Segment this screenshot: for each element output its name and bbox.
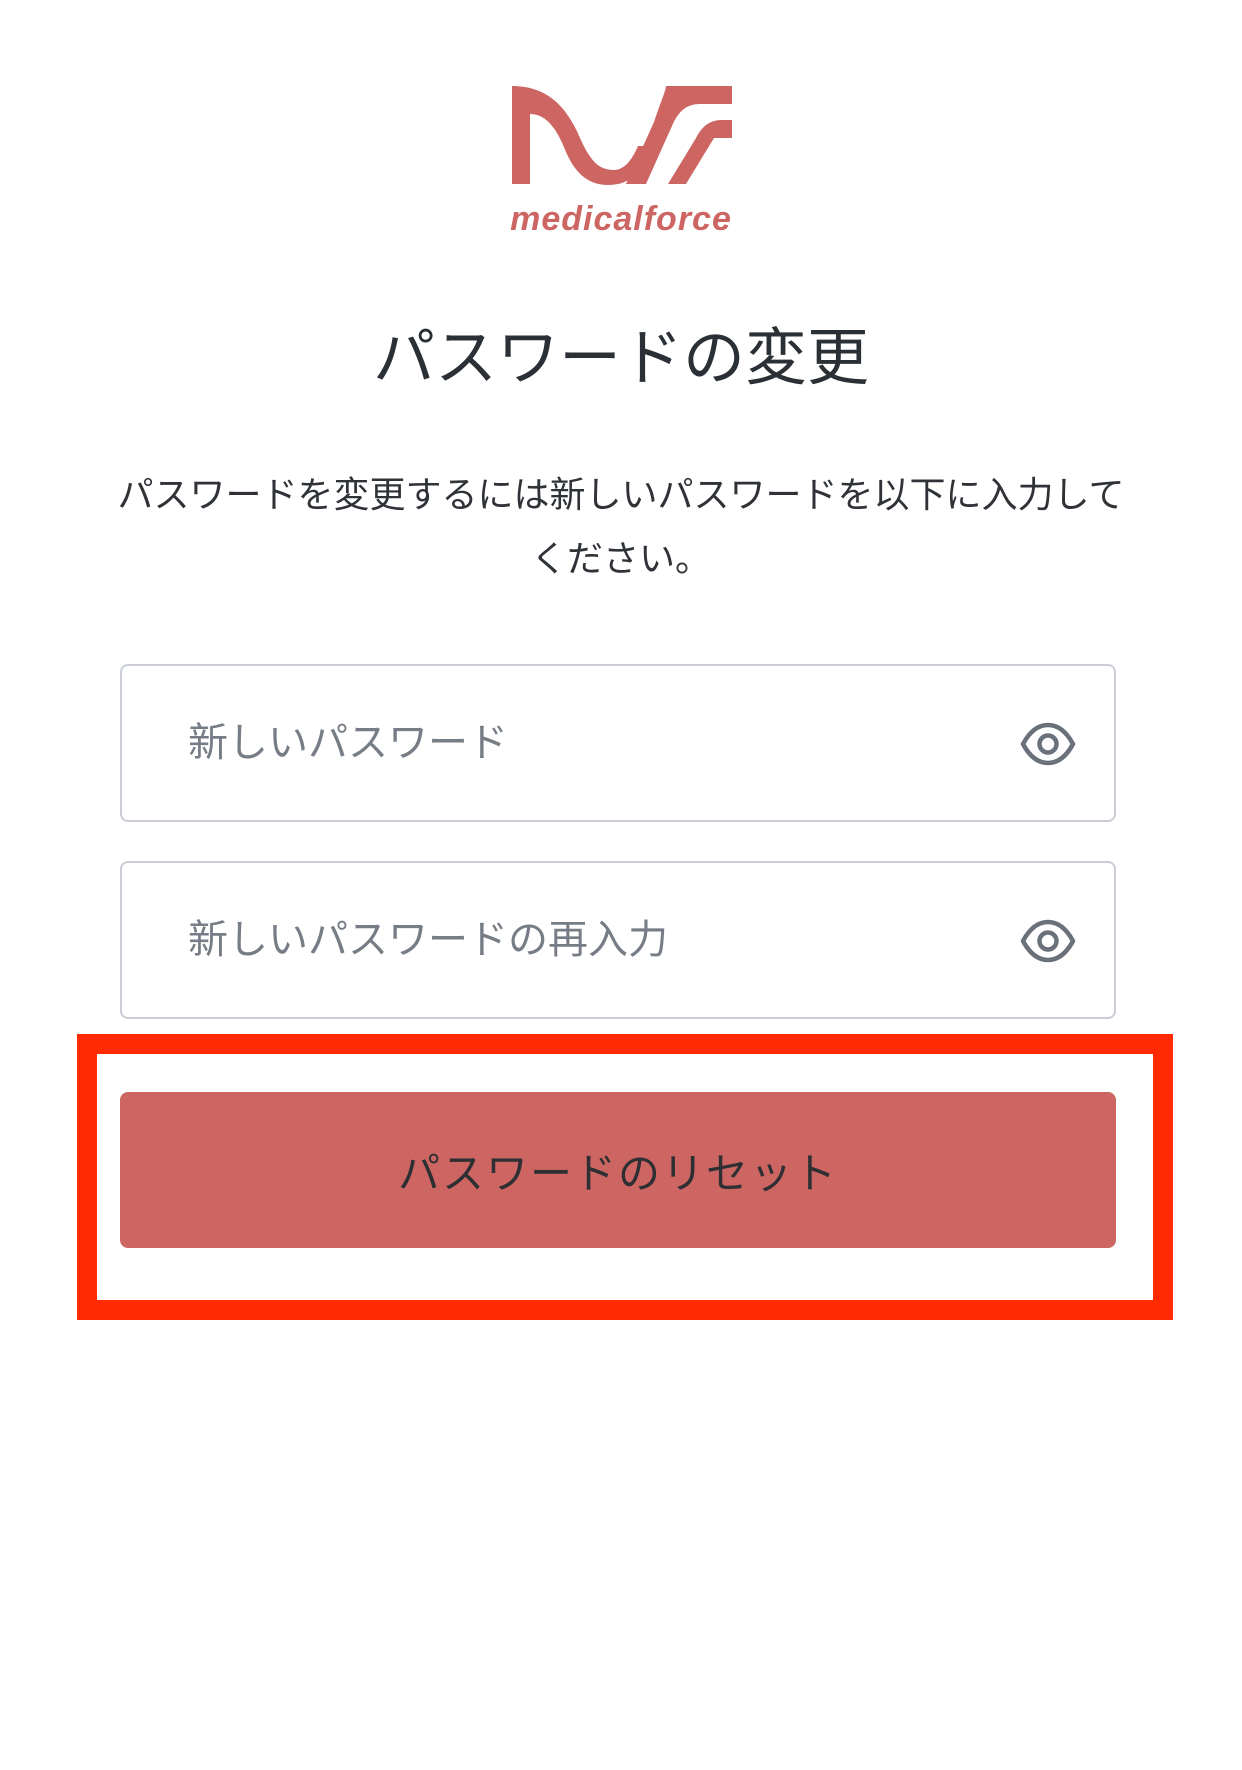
page-title: パスワードの変更	[372, 321, 869, 394]
brand-logo-mark	[512, 86, 732, 185]
new-password-field[interactable]	[120, 664, 1116, 822]
brand-logo: medicalforce	[490, 80, 752, 250]
instruction-text: パスワードを変更するには新しいパスワードを以下に入力してください。	[117, 475, 1125, 580]
reset-password-button[interactable]: パスワードのリセット	[120, 1092, 1116, 1248]
brand-name: medicalforce	[510, 200, 732, 238]
confirm-password-input[interactable]	[188, 863, 988, 1017]
confirm-password-field[interactable]	[120, 861, 1116, 1019]
eye-icon[interactable]	[1020, 716, 1076, 772]
eye-icon[interactable]	[1020, 913, 1076, 969]
new-password-input[interactable]	[188, 666, 988, 820]
